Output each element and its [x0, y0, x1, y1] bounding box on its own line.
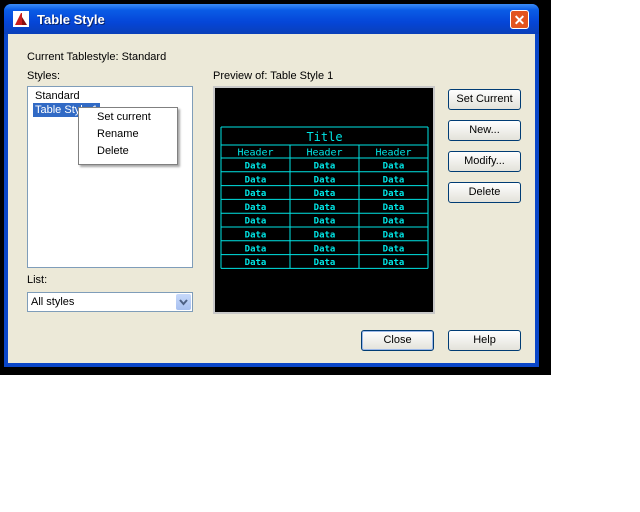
preview-table-graphic: Title Header Data Data Data Data Data Data Data D…	[220, 126, 429, 269]
preview-data-cell: Data	[383, 231, 405, 241]
autocad-app-icon	[13, 11, 29, 27]
preview-data-cell: Data	[314, 244, 336, 254]
preview-data-cell: Data	[314, 203, 336, 213]
preview-header: Header	[237, 148, 273, 159]
preview-data-cell: Data	[314, 258, 336, 268]
delete-button[interactable]: Delete	[448, 182, 521, 203]
preview-header: Header	[306, 148, 342, 159]
preview-data-cell: Data	[314, 162, 336, 172]
preview-data-cell: Data	[383, 258, 405, 268]
title-bar[interactable]: Table Style ✕	[4, 4, 539, 34]
preview-data-cell: Data	[245, 231, 267, 241]
set-current-button[interactable]: Set Current	[448, 89, 521, 110]
preview-data-cell: Data	[383, 189, 405, 199]
table-style-dialog: Table Style ✕ Current Tablestyle: Standa…	[4, 4, 539, 367]
preview-data-cell: Data	[383, 217, 405, 227]
preview-data-cell: Data	[383, 175, 405, 185]
new-button[interactable]: New...	[448, 120, 521, 141]
close-icon: ✕	[513, 12, 526, 28]
dropdown-button[interactable]	[176, 294, 191, 310]
window-title: Table Style	[37, 12, 105, 27]
close-window-button[interactable]: ✕	[510, 10, 529, 29]
preview-data-cell: Data	[314, 231, 336, 241]
preview-data-cell: Data	[245, 217, 267, 227]
styles-label: Styles:	[27, 70, 61, 82]
preview-data-cell: Data	[245, 175, 267, 185]
list-filter-combobox[interactable]: All styles	[27, 292, 193, 312]
preview-data-cell: Data	[383, 244, 405, 254]
style-item-standard[interactable]: Standard	[33, 89, 82, 103]
preview-title: Title	[306, 130, 342, 144]
preview-data-cell: Data	[383, 162, 405, 172]
preview-data-cell: Data	[245, 244, 267, 254]
list-filter-value: All styles	[31, 296, 75, 308]
table-preview: Title Header Data Data Data Data Data Data Data D…	[213, 86, 435, 314]
close-button[interactable]: Close	[361, 330, 434, 351]
preview-data-cell: Data	[245, 203, 267, 213]
preview-data-cell: Data	[245, 162, 267, 172]
list-label: List:	[27, 274, 48, 286]
context-set-current[interactable]: Set current	[97, 111, 151, 123]
preview-label: Preview of: Table Style 1	[213, 70, 334, 82]
preview-data-cell: Data	[314, 189, 336, 199]
preview-data-cell: Data	[245, 258, 267, 268]
preview-data-cell: Data	[383, 203, 405, 213]
preview-data-cell: Data	[245, 189, 267, 199]
preview-data-cell: Data	[314, 175, 336, 185]
chevron-down-icon	[179, 299, 188, 306]
context-rename[interactable]: Rename	[97, 128, 139, 140]
modify-button[interactable]: Modify...	[448, 151, 521, 172]
help-button[interactable]: Help	[448, 330, 521, 351]
context-menu: Set current Rename Delete	[78, 107, 178, 165]
context-delete[interactable]: Delete	[97, 145, 129, 157]
current-tablestyle-label: Current Tablestyle: Standard	[27, 51, 167, 63]
preview-header: Header	[375, 148, 411, 159]
preview-data-cell: Data	[314, 217, 336, 227]
dialog-body: Current Tablestyle: Standard Styles: Sta…	[8, 34, 535, 363]
